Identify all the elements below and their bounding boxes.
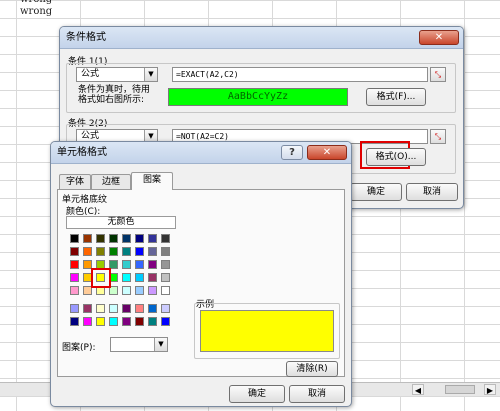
condition-2-type-value: 公式 (81, 131, 100, 141)
color-swatch[interactable] (122, 260, 131, 269)
color-swatch[interactable] (70, 247, 79, 256)
color-swatch[interactable] (96, 304, 105, 313)
cell-text: wrong (20, 0, 52, 5)
color-swatch[interactable] (83, 234, 92, 243)
color-swatch[interactable] (109, 304, 118, 313)
chevron-down-icon[interactable]: ▼ (154, 338, 167, 351)
color-swatch[interactable] (96, 317, 105, 326)
preview-label-line: 格式如右图所示: (78, 95, 145, 105)
color-swatch[interactable] (148, 273, 157, 282)
cell-text: wrong (20, 6, 53, 17)
condition-1-preview-label: 条件为真时，待用 格式如右图所示: (78, 85, 150, 105)
tab-font[interactable]: 字体 (59, 174, 91, 190)
ok-button[interactable]: 确定 (229, 385, 285, 403)
color-swatch[interactable] (161, 247, 170, 256)
condition-2-format-button[interactable]: 格式(O)... (366, 148, 426, 166)
color-swatch[interactable] (161, 273, 170, 282)
dialog-title: 单元格格式 (57, 147, 107, 158)
color-swatch[interactable] (122, 273, 131, 282)
cancel-button[interactable]: 取消 (289, 385, 345, 403)
color-swatch[interactable] (96, 247, 105, 256)
color-swatch[interactable] (161, 234, 170, 243)
color-swatch[interactable] (70, 260, 79, 269)
color-swatch[interactable] (70, 234, 79, 243)
color-swatch[interactable] (135, 234, 144, 243)
color-swatch[interactable] (148, 304, 157, 313)
color-swatch[interactable] (161, 317, 170, 326)
close-icon[interactable]: ✕ (307, 145, 347, 160)
color-swatch[interactable] (109, 247, 118, 256)
pattern-select[interactable]: ▼ (110, 337, 168, 352)
tab-pattern[interactable]: 图案 (131, 172, 173, 190)
condition-1-type-select[interactable]: 公式 ▼ (76, 67, 158, 82)
dialog-titlebar: 条件格式 ✕ (60, 27, 463, 49)
color-swatch[interactable] (122, 234, 131, 243)
color-swatch[interactable] (109, 234, 118, 243)
pattern-label: 图案(P): (62, 343, 96, 353)
color-swatch[interactable] (148, 247, 157, 256)
color-swatch[interactable] (83, 247, 92, 256)
color-swatch[interactable] (148, 234, 157, 243)
cell-format-dialog: 单元格格式 ? ✕ 字体 边框 图案 单元格底纹 颜色(C): 无颜色 示例 图… (50, 141, 352, 407)
color-swatch[interactable] (135, 304, 144, 313)
color-swatch[interactable] (96, 234, 105, 243)
color-swatch[interactable] (70, 286, 79, 295)
color-swatch[interactable] (122, 304, 131, 313)
clear-button[interactable]: 清除(R) (286, 361, 338, 377)
color-swatch[interactable] (135, 317, 144, 326)
color-swatch[interactable] (122, 286, 131, 295)
tab-border[interactable]: 边框 (91, 174, 131, 190)
preview-label-line: 条件为真时，待用 (78, 85, 151, 95)
range-select-icon[interactable]: ⤡ (430, 67, 446, 82)
scroll-right-icon[interactable]: ▶ (484, 384, 496, 395)
color-swatch[interactable] (122, 317, 131, 326)
color-swatch[interactable] (148, 317, 157, 326)
range-select-icon[interactable]: ⤡ (430, 129, 446, 144)
cancel-button[interactable]: 取消 (406, 183, 458, 201)
color-swatch[interactable] (70, 304, 79, 313)
scroll-left-icon[interactable]: ◀ (412, 384, 424, 395)
help-icon[interactable]: ? (281, 145, 303, 160)
color-swatch[interactable] (135, 247, 144, 256)
condition-1-type-value: 公式 (81, 69, 100, 79)
ok-button[interactable]: 确定 (350, 183, 402, 201)
color-swatch[interactable] (135, 273, 144, 282)
chevron-down-icon[interactable]: ▼ (144, 68, 157, 81)
selected-color-highlight (91, 268, 111, 288)
color-swatch[interactable] (83, 304, 92, 313)
dialog-title: 条件格式 (66, 32, 106, 43)
color-swatch[interactable] (109, 317, 118, 326)
color-swatch[interactable] (70, 273, 79, 282)
color-swatch[interactable] (135, 286, 144, 295)
scroll-thumb[interactable] (445, 385, 475, 394)
no-color-button[interactable]: 无颜色 (66, 216, 176, 229)
condition-1-format-preview: AaBbCcYyZz (168, 88, 348, 106)
color-swatch[interactable] (122, 247, 131, 256)
condition-1-format-button[interactable]: 格式(F)... (366, 88, 426, 106)
dialog-titlebar: 单元格格式 ? ✕ (51, 142, 351, 164)
color-swatch[interactable] (161, 260, 170, 269)
pattern-tab-panel: 单元格底纹 颜色(C): 无颜色 示例 图案(P): ▼ 清除(R) (57, 189, 345, 377)
color-swatch[interactable] (161, 286, 170, 295)
condition-1-formula-input[interactable]: =EXACT(A2,C2) (172, 67, 428, 82)
color-swatch[interactable] (148, 286, 157, 295)
color-swatch[interactable] (70, 317, 79, 326)
color-swatch[interactable] (135, 260, 144, 269)
color-swatch[interactable] (161, 304, 170, 313)
close-icon[interactable]: ✕ (419, 30, 459, 45)
sample-preview (200, 310, 334, 352)
color-swatch[interactable] (148, 260, 157, 269)
color-swatch[interactable] (83, 317, 92, 326)
